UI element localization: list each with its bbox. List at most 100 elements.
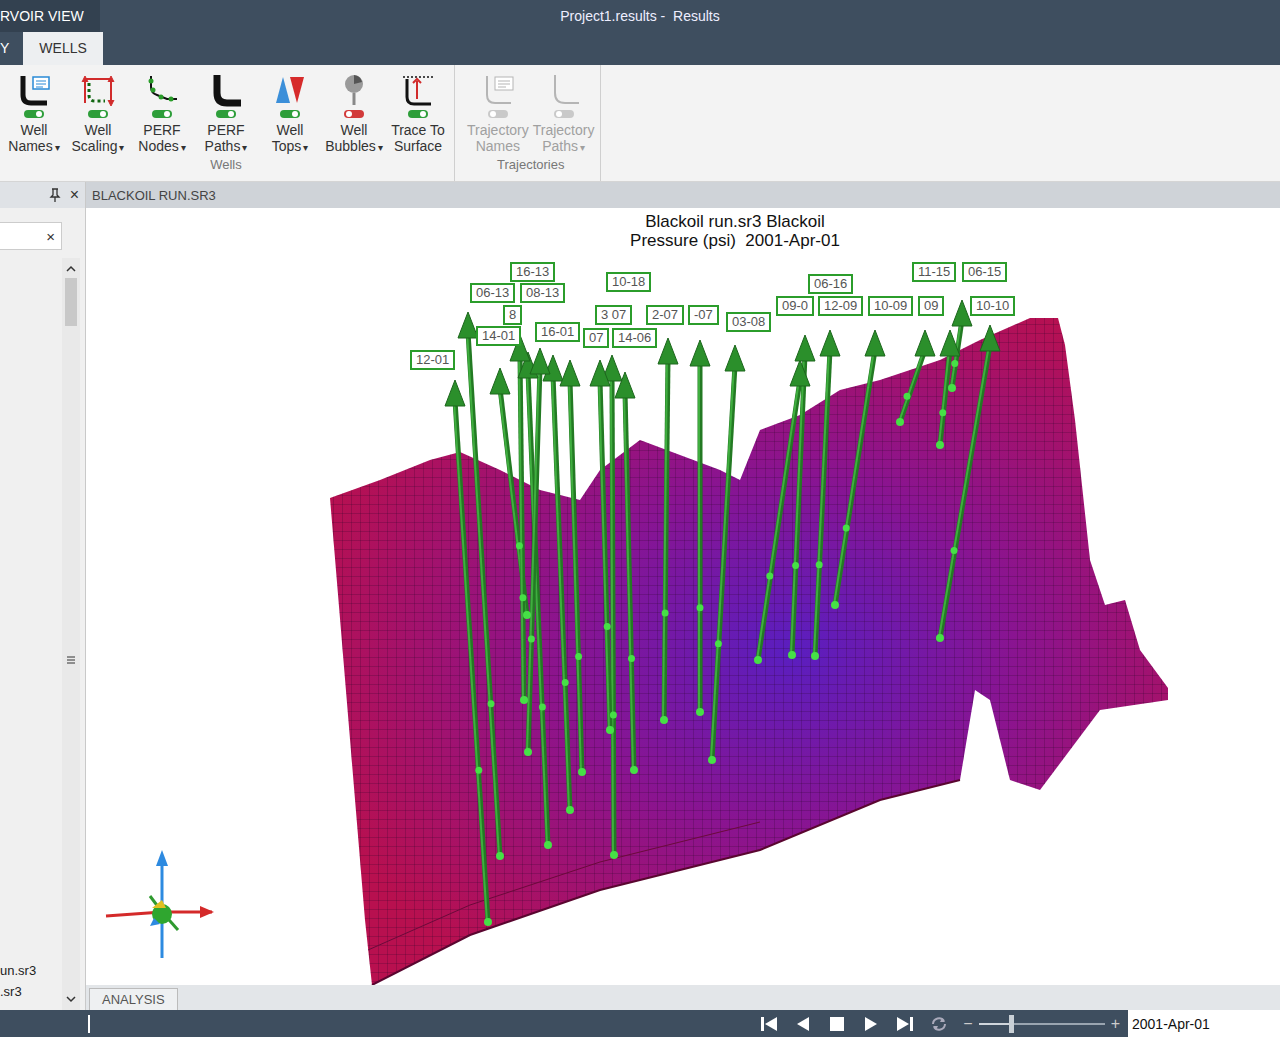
- ribbon-button[interactable]: PERFPaths▾: [194, 65, 258, 157]
- toggle-switch[interactable]: [343, 109, 365, 119]
- ribbon-button[interactable]: PERFNodes▾: [130, 65, 194, 157]
- dropdown-arrow[interactable]: ▾: [378, 142, 383, 153]
- well-label[interactable]: 10-09: [868, 296, 913, 316]
- well-label[interactable]: 10-18: [606, 272, 651, 292]
- button-label-text: PERF: [207, 122, 244, 138]
- scrollbar[interactable]: [62, 258, 80, 1010]
- button-label: Paths▾: [205, 138, 248, 156]
- ribbon-button: TrajectoryPaths▾: [531, 65, 597, 157]
- loop-icon[interactable]: [929, 1015, 949, 1033]
- clear-button[interactable]: ×: [46, 228, 55, 245]
- time-slider-fill: [979, 1023, 1012, 1025]
- tree-item[interactable]: un.sr3: [0, 960, 62, 981]
- well-label[interactable]: 3 07: [595, 305, 632, 325]
- button-label-text: PERF: [143, 122, 180, 138]
- trajnames-icon: [481, 73, 515, 107]
- side-panel: × × un.sr3.sr3: [0, 182, 86, 1010]
- well-label[interactable]: -07: [688, 305, 719, 325]
- well-label[interactable]: 11-15: [912, 262, 956, 282]
- dropdown-arrow[interactable]: ▾: [55, 142, 60, 153]
- ribbon-button[interactable]: WellTops▾: [258, 65, 322, 157]
- button-label-text: Names: [476, 138, 520, 154]
- well-label[interactable]: 8: [503, 305, 522, 325]
- button-label: Well: [21, 122, 48, 138]
- toggle-switch[interactable]: [407, 109, 429, 119]
- plot-title: Blackoil run.sr3 BlackoilPressure (psi) …: [535, 212, 935, 250]
- button-label: PERF: [143, 122, 180, 138]
- ribbon-group: TrajectoryNamesTrajectoryPaths▾Trajector…: [461, 65, 601, 181]
- toggle-switch: [553, 109, 575, 119]
- button-label-text: Trace To: [391, 122, 445, 138]
- date-field[interactable]: 2001-Apr-01: [1128, 1010, 1280, 1037]
- ribbon-button[interactable]: WellNames▾: [2, 65, 66, 157]
- ribbon-tab[interactable]: WELLS: [23, 32, 102, 65]
- status-bar: − +2001-Apr-01: [0, 1010, 1280, 1037]
- ribbon-button[interactable]: WellBubbles▾: [322, 65, 386, 157]
- bottom-tab[interactable]: ANALYSIS: [89, 988, 178, 1010]
- button-label-text: Well: [85, 122, 112, 138]
- toggle-switch[interactable]: [151, 109, 173, 119]
- zoom-out-button[interactable]: −: [963, 1015, 972, 1033]
- well-label[interactable]: 08-13: [520, 283, 565, 303]
- well-label[interactable]: 09-0: [776, 296, 814, 316]
- ribbon-buttons: TrajectoryNamesTrajectoryPaths▾: [465, 65, 596, 157]
- dropdown-arrow[interactable]: ▾: [580, 142, 585, 153]
- well-label[interactable]: 10-10: [970, 296, 1015, 316]
- previous-icon[interactable]: [793, 1015, 813, 1033]
- tree-item[interactable]: .sr3: [0, 981, 62, 1002]
- status-marker: [88, 1015, 90, 1033]
- stop-icon[interactable]: [827, 1015, 847, 1033]
- button-label-text: Scaling: [72, 138, 118, 154]
- scroll-down-icon: [65, 994, 77, 1004]
- toggle-switch[interactable]: [215, 109, 237, 119]
- dropdown-arrow[interactable]: ▾: [242, 142, 247, 153]
- toggle-switch[interactable]: [87, 109, 109, 119]
- well-label[interactable]: 16-01: [535, 322, 580, 342]
- ribbon-buttons: WellNames▾WellScaling▾PERFNodes▾PERFPath…: [2, 65, 450, 157]
- button-label-text: Names: [8, 138, 52, 154]
- well-label[interactable]: 03-08: [726, 312, 771, 332]
- last-icon[interactable]: [895, 1015, 915, 1033]
- button-label-text: Paths: [205, 138, 241, 154]
- dropdown-arrow[interactable]: ▾: [303, 142, 308, 153]
- search-input[interactable]: [0, 228, 46, 245]
- toggle-switch[interactable]: [279, 109, 301, 119]
- toggle-switch[interactable]: [23, 109, 45, 119]
- button-label-text: Well: [341, 122, 368, 138]
- window-title: Project1.results - Results: [100, 8, 1180, 24]
- button-label: Well: [341, 122, 368, 138]
- dropdown-arrow[interactable]: ▾: [181, 142, 186, 153]
- time-slider[interactable]: [979, 1023, 1105, 1025]
- ribbon-button[interactable]: WellScaling▾: [66, 65, 130, 157]
- close-button[interactable]: ×: [70, 186, 79, 204]
- well-label[interactable]: 06-16: [808, 274, 853, 294]
- ribbon-button[interactable]: Trace ToSurface: [386, 65, 450, 157]
- well-label[interactable]: 09: [918, 296, 944, 316]
- well-label[interactable]: 16-13: [510, 262, 555, 282]
- document-tab[interactable]: BLACKOIL RUN.SR3: [86, 184, 222, 207]
- zoom-in-button[interactable]: +: [1111, 1015, 1120, 1033]
- title-bar: RVOIR VIEWProject1.results - Results: [0, 0, 1280, 32]
- well-label[interactable]: 12-01: [410, 350, 455, 370]
- scroll-up-icon: [65, 264, 77, 274]
- reservoir-view[interactable]: Blackoil run.sr3 BlackoilPressure (psi) …: [86, 208, 1280, 985]
- player-controls: − +2001-Apr-01: [759, 1010, 1280, 1037]
- dropdown-arrow[interactable]: ▾: [119, 142, 124, 153]
- scroll-thumb[interactable]: [65, 278, 77, 326]
- well-label[interactable]: 06-13: [470, 283, 515, 303]
- well-label[interactable]: 2-07: [646, 305, 684, 325]
- search-field[interactable]: ×: [0, 222, 62, 250]
- well-label[interactable]: 12-09: [818, 296, 863, 316]
- play-icon[interactable]: [861, 1015, 881, 1033]
- well-label[interactable]: 07: [583, 328, 609, 348]
- well-label[interactable]: 06-15: [962, 262, 1007, 282]
- time-slider-thumb[interactable]: [1009, 1015, 1014, 1033]
- well-label[interactable]: 14-01: [476, 326, 521, 346]
- button-label: Well: [85, 122, 112, 138]
- button-label-text: Surface: [394, 138, 442, 154]
- pin-icon[interactable]: [48, 188, 62, 203]
- group-label: Trajectories: [465, 157, 596, 181]
- ribbon-tab[interactable]: Y: [0, 32, 9, 65]
- well-label[interactable]: 14-06: [612, 328, 657, 348]
- first-icon[interactable]: [759, 1015, 779, 1033]
